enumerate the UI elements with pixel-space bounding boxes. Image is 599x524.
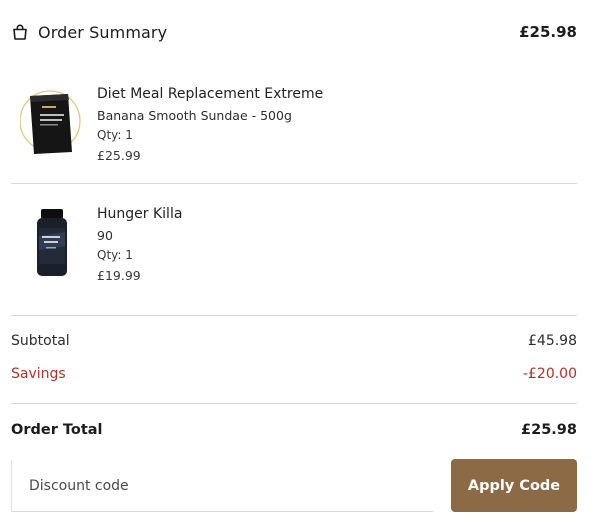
subtotal-label: Subtotal <box>11 333 70 349</box>
discount-code-input[interactable] <box>12 460 433 511</box>
order-summary-header: Order Summary £25.98 <box>11 19 577 45</box>
subtotal-row: Subtotal £45.98 <box>11 333 577 349</box>
cart-item: Diet Meal Replacement Extreme Banana Smo… <box>11 78 577 184</box>
header-total-price: £25.98 <box>519 23 577 41</box>
header-title-group: Order Summary <box>11 23 167 42</box>
item-variant: 90 <box>97 228 113 243</box>
shopping-bag-icon <box>11 23 29 41</box>
order-total-row: Order Total £25.98 <box>11 422 577 438</box>
item-name[interactable]: Hunger Killa <box>97 206 182 222</box>
cart-item: Hunger Killa 90 Qty: 1 £19.99 <box>11 198 577 316</box>
apply-code-button[interactable]: Apply Code <box>451 459 577 512</box>
order-summary-title: Order Summary <box>38 22 168 42</box>
supplement-bottle-image <box>20 206 82 280</box>
item-quantity: Qty: 1 <box>97 128 133 142</box>
order-total-value: £25.98 <box>521 422 577 438</box>
item-info: Hunger Killa 90 Qty: 1 £19.99 <box>97 206 182 283</box>
item-quantity: Qty: 1 <box>97 248 133 262</box>
subtotal-value: £45.98 <box>528 333 577 349</box>
divider <box>11 183 577 184</box>
savings-label: Savings <box>11 366 66 382</box>
order-total-label: Order Total <box>11 422 103 438</box>
item-name[interactable]: Diet Meal Replacement Extreme <box>97 86 323 102</box>
item-price: £19.99 <box>97 268 141 283</box>
savings-row: Savings -£20.00 <box>11 366 577 382</box>
discount-code-field <box>11 460 433 512</box>
item-price: £25.99 <box>97 148 141 163</box>
divider <box>11 403 577 404</box>
item-info: Diet Meal Replacement Extreme Banana Smo… <box>97 86 323 163</box>
protein-pouch-image <box>19 86 82 160</box>
savings-value: -£20.00 <box>522 366 577 382</box>
divider <box>11 315 577 316</box>
item-variant: Banana Smooth Sundae - 500g <box>97 108 292 123</box>
